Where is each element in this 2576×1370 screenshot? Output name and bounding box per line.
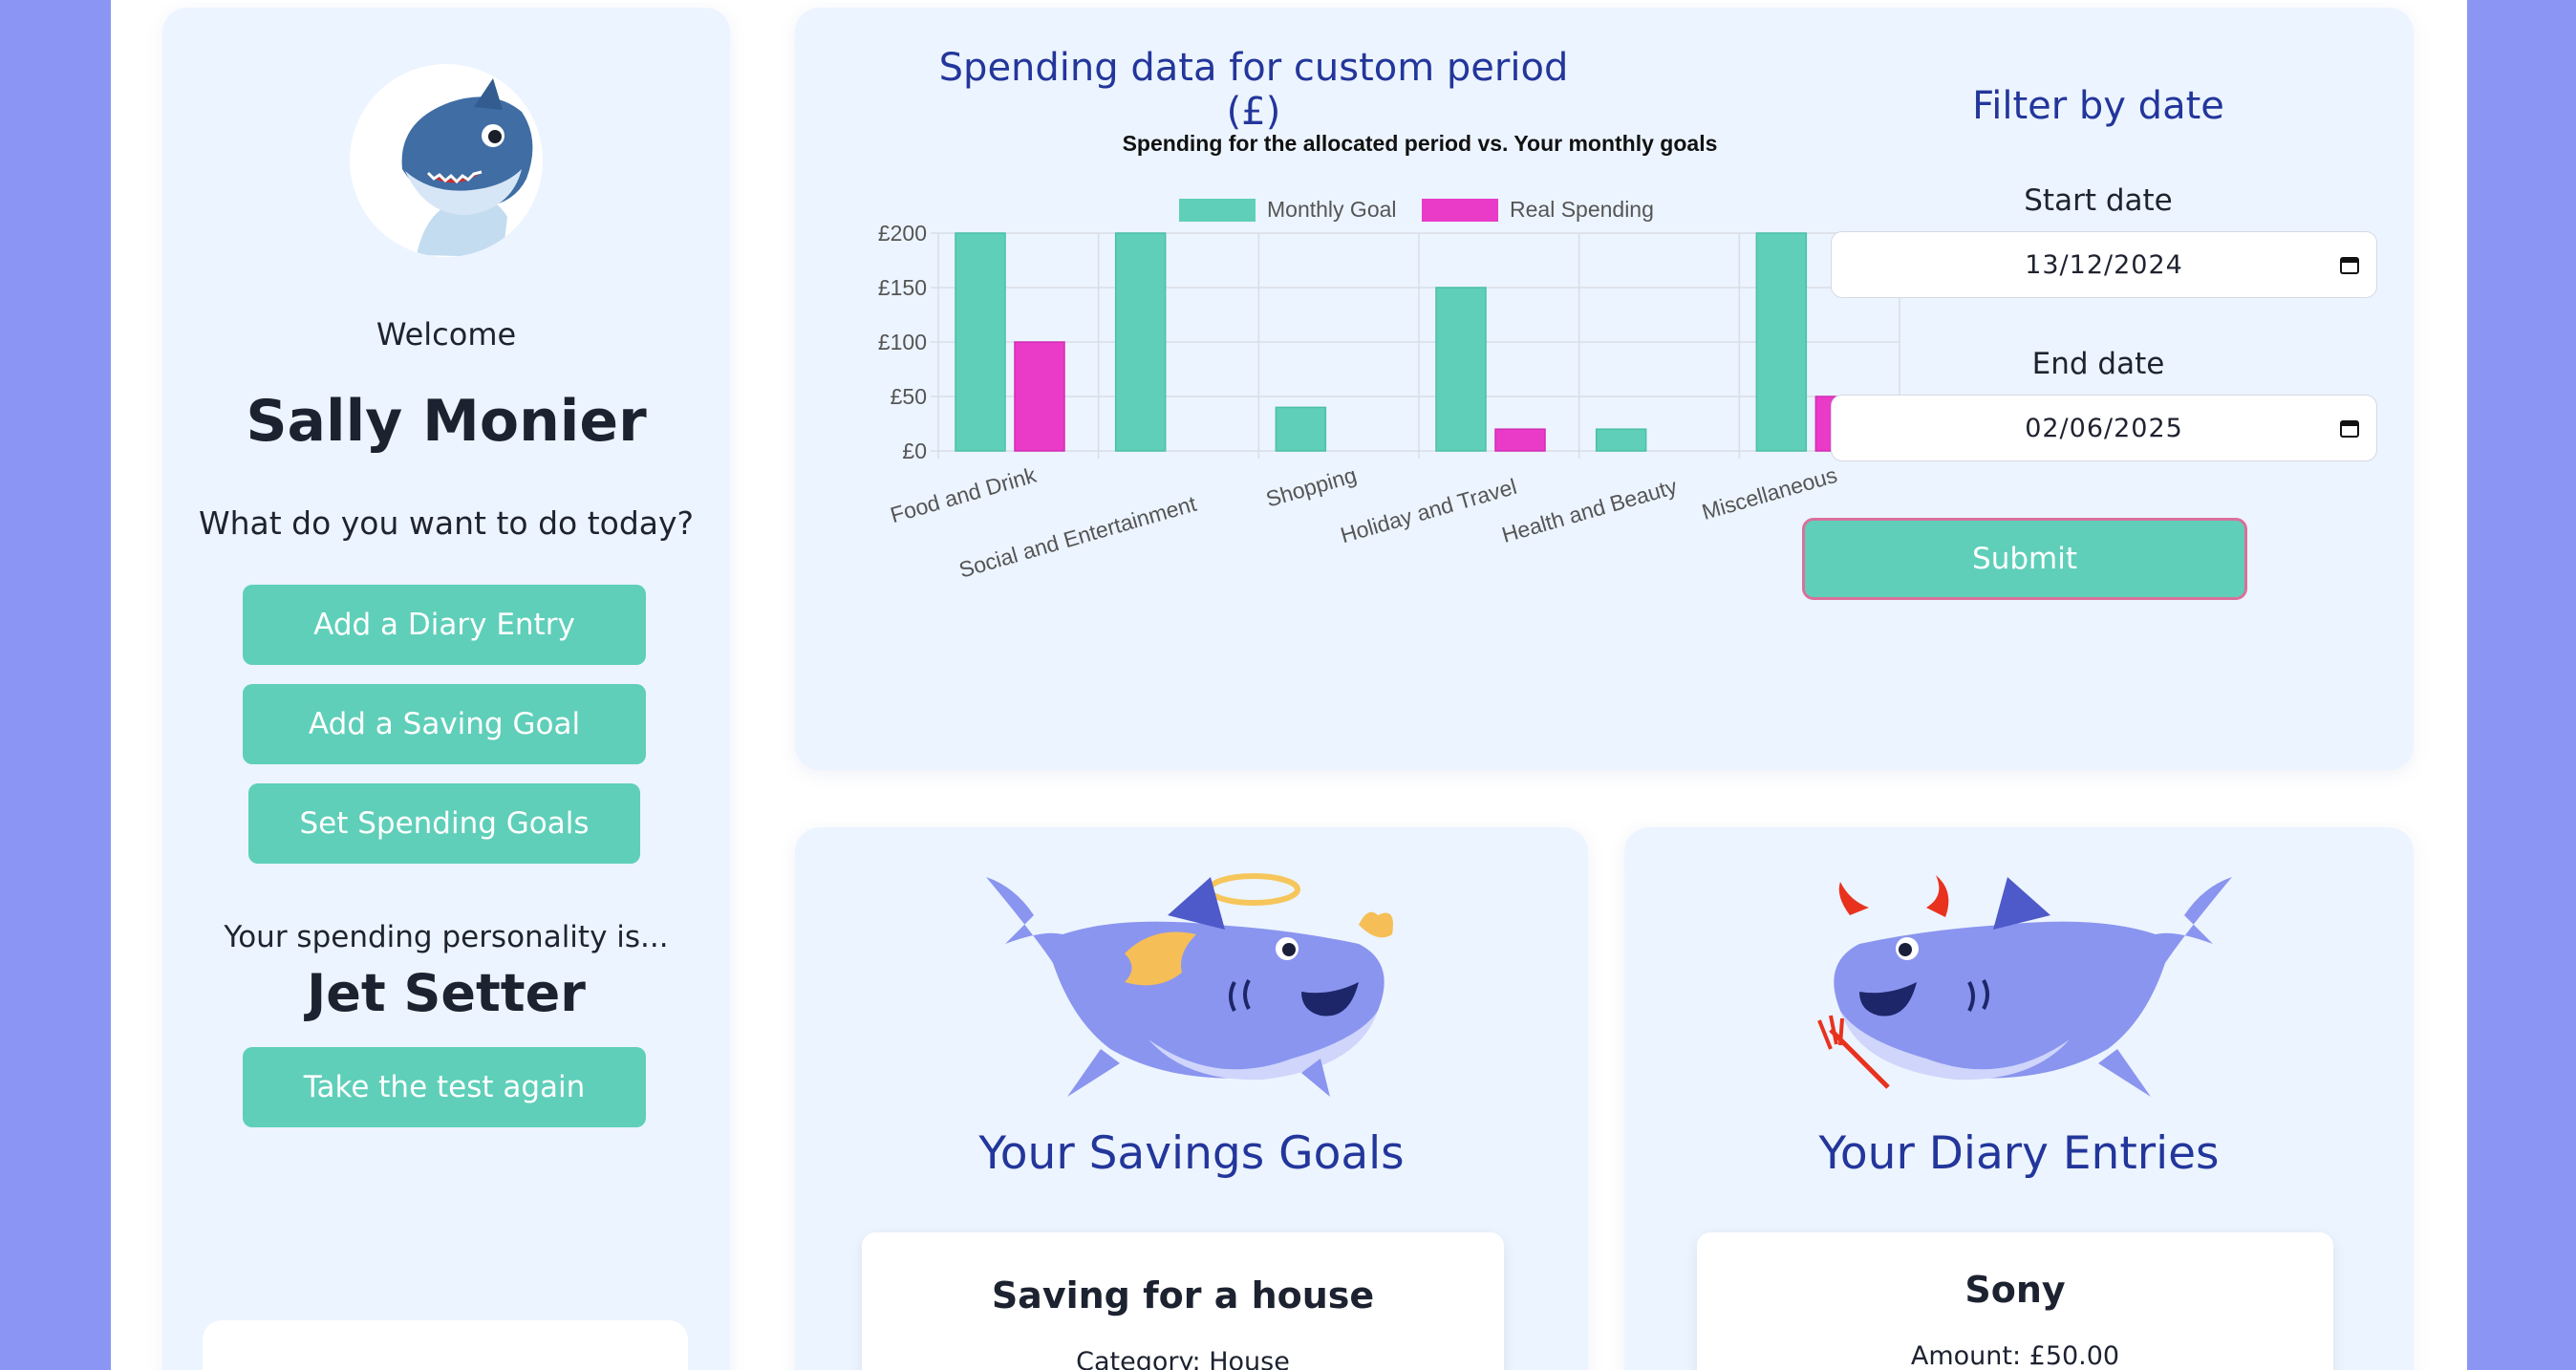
bar	[1435, 287, 1487, 452]
personality-type: Jet Setter	[307, 963, 586, 1023]
bar	[1494, 428, 1546, 452]
saving-goal-item[interactable]: Saving for a house Category: House	[862, 1232, 1504, 1370]
y-tick-label: £200	[878, 221, 927, 246]
x-tick-label: Holiday and Travel	[1338, 474, 1519, 548]
page-container: Welcome Sally Monier What do you want to…	[111, 0, 2467, 1370]
calendar-icon[interactable]	[2340, 255, 2359, 274]
start-date-value: 13/12/2024	[2025, 249, 2183, 280]
y-tick-label: £50	[891, 384, 927, 409]
diary-entry-amount: Amount: £50.00	[1910, 1341, 2120, 1370]
end-date-label: End date	[2031, 347, 2165, 381]
filter-title: Filter by date	[1972, 84, 2224, 128]
x-tick-label: Food and Drink	[888, 462, 1040, 527]
saving-goal-name: Saving for a house	[991, 1274, 1375, 1316]
user-name: Sally Monier	[246, 388, 647, 455]
y-tick-label: £0	[902, 439, 927, 463]
chart-title: Spending for the allocated period vs. Yo…	[1123, 131, 1718, 156]
saving-goal-category: Category: House	[1076, 1347, 1290, 1370]
x-tick-label: Social and Entertainment	[956, 491, 1200, 583]
personality-label: Your spending personality is...	[224, 920, 669, 954]
bar	[1114, 232, 1167, 452]
add-saving-goal-button[interactable]: Add a Saving Goal	[243, 684, 646, 764]
set-spending-goals-button[interactable]: Set Spending Goals	[248, 783, 640, 864]
sidebar: Welcome Sally Monier What do you want to…	[162, 8, 730, 1370]
start-date-label: Start date	[2024, 183, 2173, 218]
end-date-value: 02/06/2025	[2025, 413, 2183, 443]
y-tick-label: £150	[878, 275, 927, 300]
legend-swatch	[1422, 199, 1498, 222]
bar	[1595, 428, 1647, 452]
savings-goals-title: Your Savings Goals	[978, 1127, 1405, 1180]
diary-entries-title: Your Diary Entries	[1818, 1127, 2220, 1180]
angel-shark-icon	[977, 858, 1406, 1110]
legend-label: Real Spending	[1510, 197, 1654, 222]
sidebar-bottom-card	[203, 1320, 688, 1370]
legend-swatch	[1179, 199, 1256, 222]
spending-chart-panel: Spending data for custom period (£) Spen…	[795, 8, 2414, 770]
prompt-question: What do you want to do today?	[198, 504, 695, 542]
bar	[1014, 341, 1065, 452]
bar	[955, 232, 1006, 452]
x-tick-label: Shopping	[1263, 462, 1360, 512]
diary-entry-name: Sony	[1964, 1269, 2066, 1311]
calendar-icon[interactable]	[2340, 418, 2359, 438]
retake-test-button[interactable]: Take the test again	[243, 1047, 646, 1127]
welcome-text: Welcome	[376, 316, 517, 353]
start-date-input[interactable]: 13/12/2024	[1831, 231, 2377, 298]
devil-shark-icon	[1812, 858, 2242, 1110]
savings-goals-card: Your Savings Goals Saving for a house Ca…	[795, 827, 1588, 1370]
bar	[1755, 232, 1808, 452]
spending-bar-chart: Spending for the allocated period vs. Yo…	[878, 131, 1900, 583]
y-tick-label: £100	[878, 330, 927, 354]
shark-avatar-icon	[350, 64, 543, 257]
bar	[1275, 406, 1327, 452]
legend-label: Monthly Goal	[1267, 197, 1397, 222]
end-date-input[interactable]: 02/06/2025	[1831, 395, 2377, 461]
diary-entries-card: Your Diary Entries Sony Amount: £50.00	[1624, 827, 2414, 1370]
submit-button[interactable]: Submit	[1802, 518, 2247, 600]
x-tick-label: Miscellaneous	[1699, 462, 1839, 524]
diary-entry-item[interactable]: Sony Amount: £50.00	[1697, 1232, 2333, 1370]
x-tick-label: Health and Beauty	[1499, 474, 1681, 547]
add-diary-entry-button[interactable]: Add a Diary Entry	[243, 585, 646, 665]
